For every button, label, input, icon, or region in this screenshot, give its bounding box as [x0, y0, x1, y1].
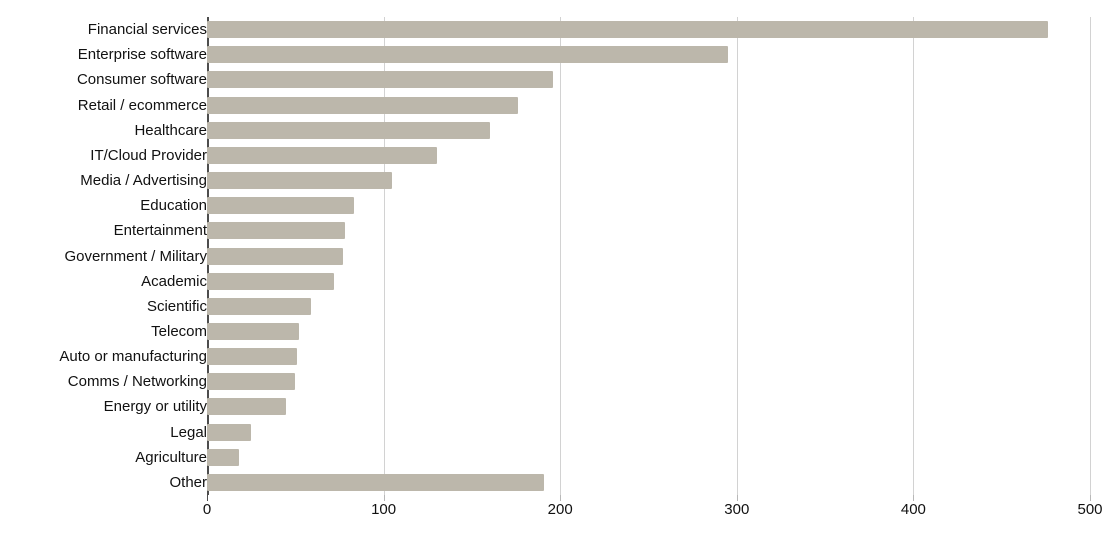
category-label: Academic	[141, 272, 207, 290]
bar	[207, 448, 239, 466]
category-label: Auto or manufacturing	[59, 348, 207, 366]
bar	[207, 423, 252, 441]
bar	[207, 222, 345, 240]
bar	[207, 247, 343, 265]
bar	[207, 348, 298, 366]
category-label: Agriculture	[135, 448, 207, 466]
gridline-200	[560, 17, 562, 495]
category-label: Legal	[170, 423, 207, 441]
bar	[207, 172, 393, 190]
bar	[207, 473, 545, 491]
category-label: Scientific	[146, 297, 207, 315]
value-axis-labels: 0 100 200 300 400 500	[203, 501, 1103, 529]
bar	[207, 297, 312, 315]
x-tick-label: 300	[724, 501, 750, 518]
x-tick-label: 100	[371, 501, 397, 518]
category-label: Retail / ecommerce	[77, 96, 207, 114]
category-label: Media / Advertising	[80, 172, 207, 190]
category-label: IT/Cloud Provider	[90, 146, 207, 164]
category-label: Education	[140, 197, 207, 215]
bar	[207, 197, 354, 215]
bar	[207, 272, 335, 290]
category-label: Enterprise software	[77, 46, 207, 64]
bar	[207, 21, 1048, 39]
category-label: Comms / Networking	[67, 373, 207, 391]
bar	[207, 146, 437, 164]
gridline-100	[383, 17, 385, 495]
category-label: Healthcare	[134, 121, 207, 139]
bar	[207, 71, 554, 89]
category-label: Government / Military	[64, 247, 207, 265]
bar	[207, 46, 728, 64]
category-label: Financial services	[87, 21, 207, 39]
plot-area	[207, 17, 1091, 501]
x-tick-label: 200	[547, 501, 573, 518]
category-axis-labels: Financial services Enterprise software Con…	[0, 17, 207, 495]
category-label: Consumer software	[76, 71, 207, 89]
bar	[207, 96, 518, 114]
gridline-400	[913, 17, 915, 495]
bar-chart: Financial services Enterprise software Con…	[0, 0, 1111, 542]
x-tick-label: 500	[1077, 501, 1103, 518]
bar	[207, 398, 287, 416]
x-tick-label: 400	[900, 501, 926, 518]
x-tick-label: 0	[202, 501, 212, 518]
category-label: Telecom	[151, 322, 207, 340]
category-label: Energy or utility	[103, 398, 207, 416]
bar	[207, 121, 490, 139]
bar	[207, 373, 296, 391]
category-label: Other	[169, 473, 207, 491]
gridline-500	[1090, 17, 1091, 495]
category-label: Entertainment	[113, 222, 207, 240]
gridline-300	[736, 17, 738, 495]
bar	[207, 322, 299, 340]
